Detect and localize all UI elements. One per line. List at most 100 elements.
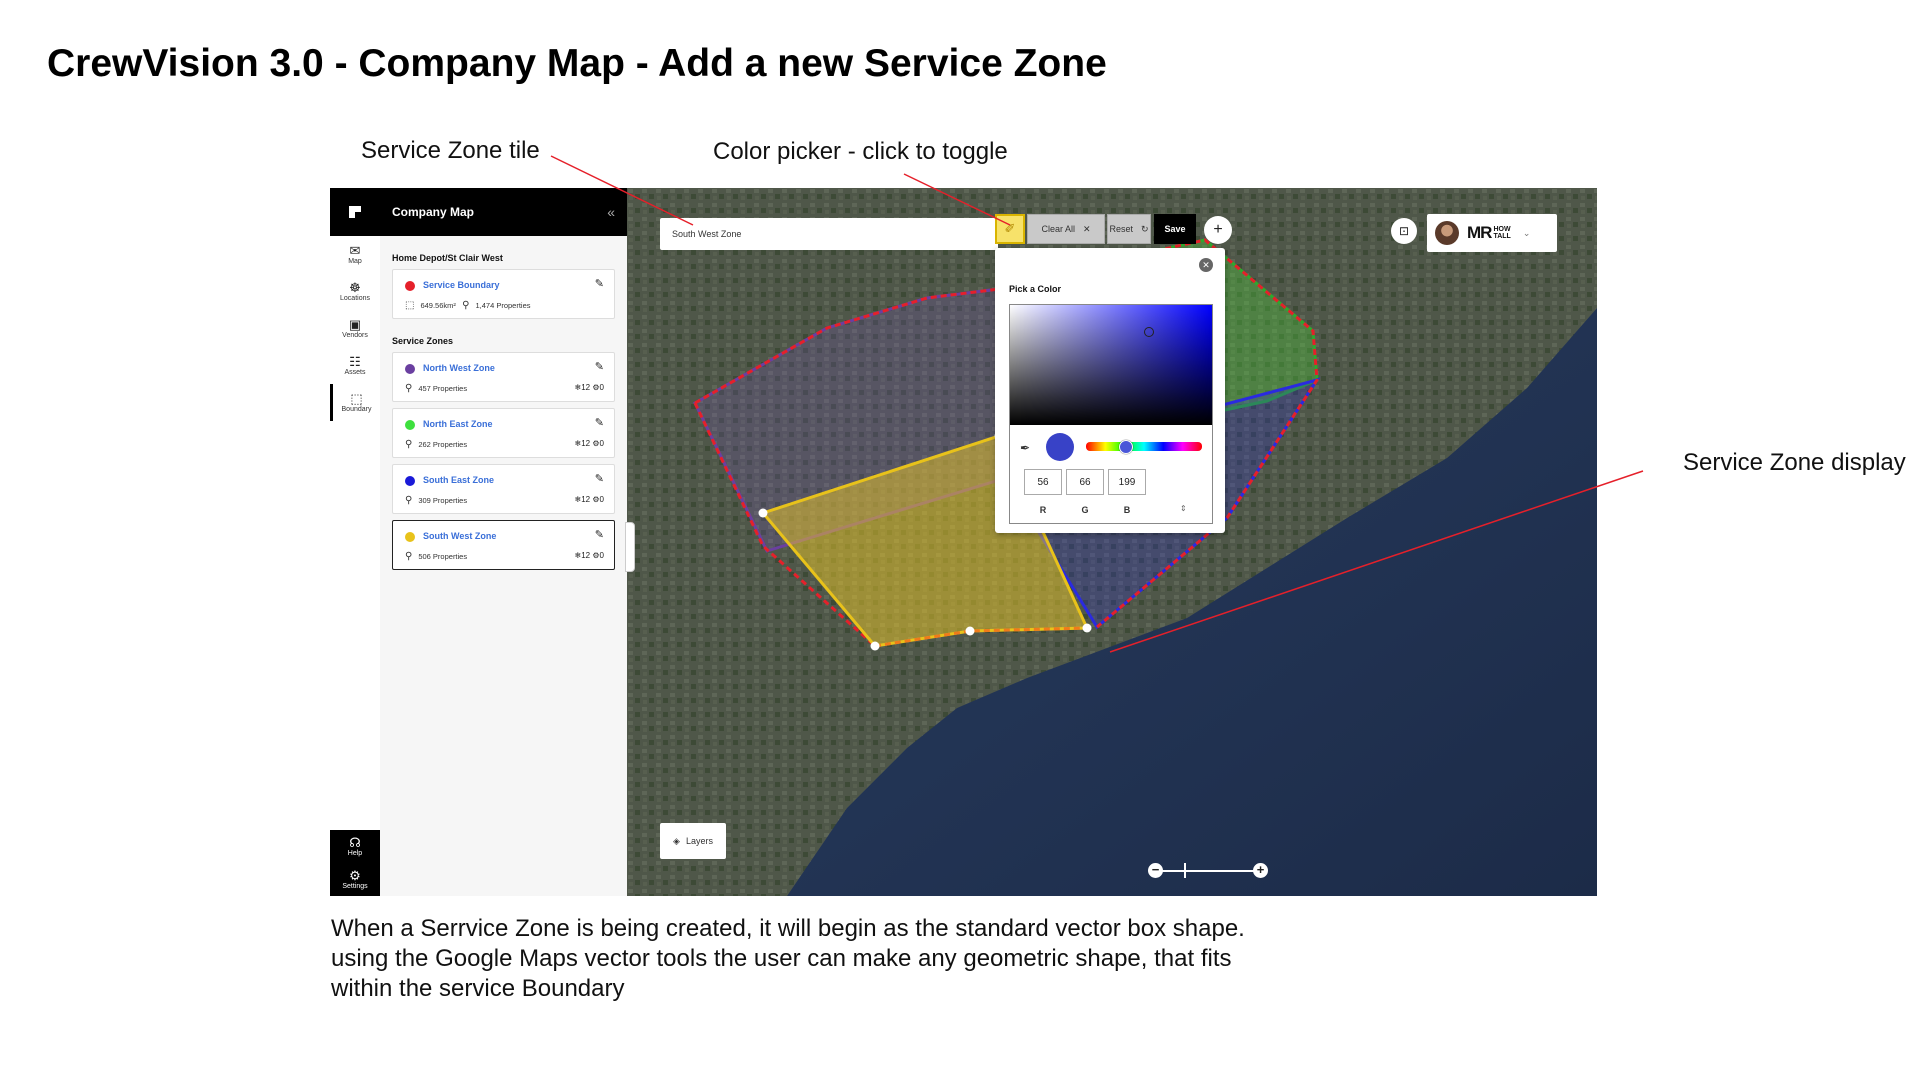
vendors-icon: ▣: [348, 317, 362, 332]
g-input[interactable]: 66: [1066, 469, 1104, 495]
gear-icon: ⚙: [349, 868, 361, 883]
zoom-thumb[interactable]: [1184, 863, 1186, 878]
eyedropper-icon[interactable]: ✒: [1020, 441, 1030, 455]
edit-icon[interactable]: ✎: [595, 528, 604, 541]
zone-name: North East Zone: [423, 419, 493, 429]
capture-icon: ⊡: [1398, 224, 1410, 238]
pin-icon: ⚲: [405, 439, 413, 450]
rail-item-vendors[interactable]: ▣ Vendors: [330, 310, 380, 347]
rail-item-map[interactable]: ✉ Map: [330, 236, 380, 273]
zone-meta: ⚲ 506 Properties: [405, 551, 468, 562]
picker-body: ✒ 56 66 199 R G B ⇕: [1009, 304, 1213, 524]
panel-resize-handle[interactable]: [625, 522, 635, 572]
service-boundary-card[interactable]: Service Boundary ✎ ⬚ 649.56km² ⚲ 1,474 Pro…: [392, 269, 615, 319]
zone-counts: ❄12 ⚙0: [574, 383, 604, 392]
color-picker-popover: ✕ Pick a Color ✒ 56 66 199 R G B ⇕: [995, 248, 1225, 533]
zone-counts: ❄12 ⚙0: [574, 495, 604, 504]
zoom-out-button[interactable]: −: [1148, 863, 1163, 878]
save-button[interactable]: Save: [1154, 214, 1196, 244]
zone-card-south-west[interactable]: South West Zone ✎ ⚲ 506 Properties ❄12 ⚙0: [392, 520, 615, 570]
app-screenshot: ✉ Map ☸ Locations ▣ Vendors ☷ Assets ⬚ B…: [330, 188, 1597, 896]
zone-name: North West Zone: [423, 363, 495, 373]
edit-icon[interactable]: ✎: [595, 472, 604, 485]
color-dot: [405, 420, 415, 430]
b-label: B: [1123, 505, 1131, 515]
zone-card-north-east[interactable]: North East Zone ✎ ⚲ 262 Properties ❄12 ⚙0: [392, 408, 615, 458]
screenshot-button[interactable]: ⊡: [1391, 218, 1417, 244]
rail-item-help[interactable]: ☊ Help: [330, 830, 380, 863]
zone-counts: ❄12 ⚙0: [574, 551, 604, 560]
mode-toggle-icon[interactable]: ⇕: [1180, 504, 1187, 513]
user-account-menu[interactable]: MR HOW TALL ⌄: [1427, 214, 1557, 252]
hue-knob[interactable]: [1119, 440, 1133, 454]
caption-line: using the Google Maps vector tools the u…: [331, 945, 1232, 972]
area-icon: ⬚: [405, 300, 415, 311]
boundary-name: Service Boundary: [423, 280, 500, 290]
color-dot: [405, 476, 415, 486]
rail-item-assets[interactable]: ☷ Assets: [330, 347, 380, 384]
reset-icon: ↻: [1140, 223, 1149, 234]
logo-icon: [349, 206, 361, 218]
add-zone-button[interactable]: +: [1204, 216, 1232, 244]
rail-bottom: ☊ Help ⚙ Settings: [330, 830, 380, 896]
b-input[interactable]: 199: [1108, 469, 1146, 495]
service-zones-label: Service Zones: [392, 336, 454, 346]
rail-item-boundary[interactable]: ⬚ Boundary: [330, 384, 380, 421]
paint-brush-icon: ✐: [1004, 221, 1016, 236]
annotation-service-zone-display: Service Zone display: [1683, 449, 1906, 476]
pin-icon: ⚲: [405, 551, 413, 562]
zone-name: South East Zone: [423, 475, 495, 485]
layers-button[interactable]: ◈ Layers: [660, 823, 726, 859]
zone-name-input[interactable]: South West Zone: [660, 218, 998, 250]
zoom-in-button[interactable]: +: [1253, 863, 1268, 878]
zoom-track[interactable]: [1160, 870, 1256, 872]
zone-meta: ⚲ 457 Properties: [405, 383, 468, 394]
annotation-service-zone-tile: Service Zone tile: [361, 137, 540, 164]
reset-button[interactable]: Reset ↻: [1107, 214, 1151, 244]
pin-icon: ⚲: [462, 300, 470, 311]
edit-icon[interactable]: ✎: [595, 360, 604, 373]
pin-icon: ⚲: [405, 383, 413, 394]
saturation-area[interactable]: [1010, 305, 1212, 425]
document-title: CrewVision 3.0 - Company Map - Add a new…: [47, 42, 1107, 85]
pin-icon: ⚲: [405, 495, 413, 506]
collapse-icon[interactable]: «: [607, 204, 615, 220]
vertex-handle: [965, 626, 975, 636]
panel-title: Company Map: [392, 205, 475, 219]
annotation-color-picker: Color picker - click to toggle: [713, 138, 1008, 165]
boundary-icon: ⬚: [350, 391, 363, 406]
zone-card-south-east[interactable]: South East Zone ✎ ⚲ 309 Properties ❄12 ⚙0: [392, 464, 615, 514]
vertex-handle: [1082, 623, 1092, 633]
r-label: R: [1039, 505, 1047, 515]
zoom-control: − +: [1148, 860, 1268, 882]
vertex-handle: [870, 641, 880, 651]
edit-icon[interactable]: ✎: [595, 277, 604, 290]
zone-name: South West Zone: [423, 531, 497, 541]
rail-item-locations[interactable]: ☸ Locations: [330, 273, 380, 310]
zone-card-north-west[interactable]: North West Zone ✎ ⚲ 457 Properties ❄12 ⚙0: [392, 352, 615, 402]
color-dot: [405, 364, 415, 374]
app-logo: [330, 188, 380, 236]
clear-all-button[interactable]: Clear All ✕: [1027, 214, 1105, 244]
g-label: G: [1081, 505, 1089, 515]
rail-item-settings[interactable]: ⚙ Settings: [330, 863, 380, 896]
saturation-knob[interactable]: [1144, 327, 1154, 337]
r-input[interactable]: 56: [1024, 469, 1062, 495]
close-icon[interactable]: ✕: [1199, 258, 1213, 272]
caption-line: within the service Boundary: [331, 975, 625, 1002]
gear-icon: ⚙: [592, 383, 600, 392]
hue-slider[interactable]: [1086, 442, 1202, 451]
avatar: [1435, 221, 1459, 245]
color-picker-toggle[interactable]: ✐: [995, 214, 1025, 244]
layers-icon: ◈: [673, 835, 680, 846]
boundary-meta: ⬚ 649.56km² ⚲ 1,474 Properties: [405, 300, 531, 311]
gear-icon: ⚙: [592, 439, 600, 448]
zone-meta: ⚲ 262 Properties: [405, 439, 468, 450]
chevron-down-icon: ⌄: [1522, 227, 1531, 238]
color-dot: [405, 281, 415, 291]
close-icon: ✕: [1082, 223, 1091, 234]
edit-icon[interactable]: ✎: [595, 416, 604, 429]
gear-icon: ⚙: [592, 495, 600, 504]
brand-sub: HOW TALL: [1493, 226, 1511, 240]
assets-icon: ☷: [349, 354, 361, 369]
